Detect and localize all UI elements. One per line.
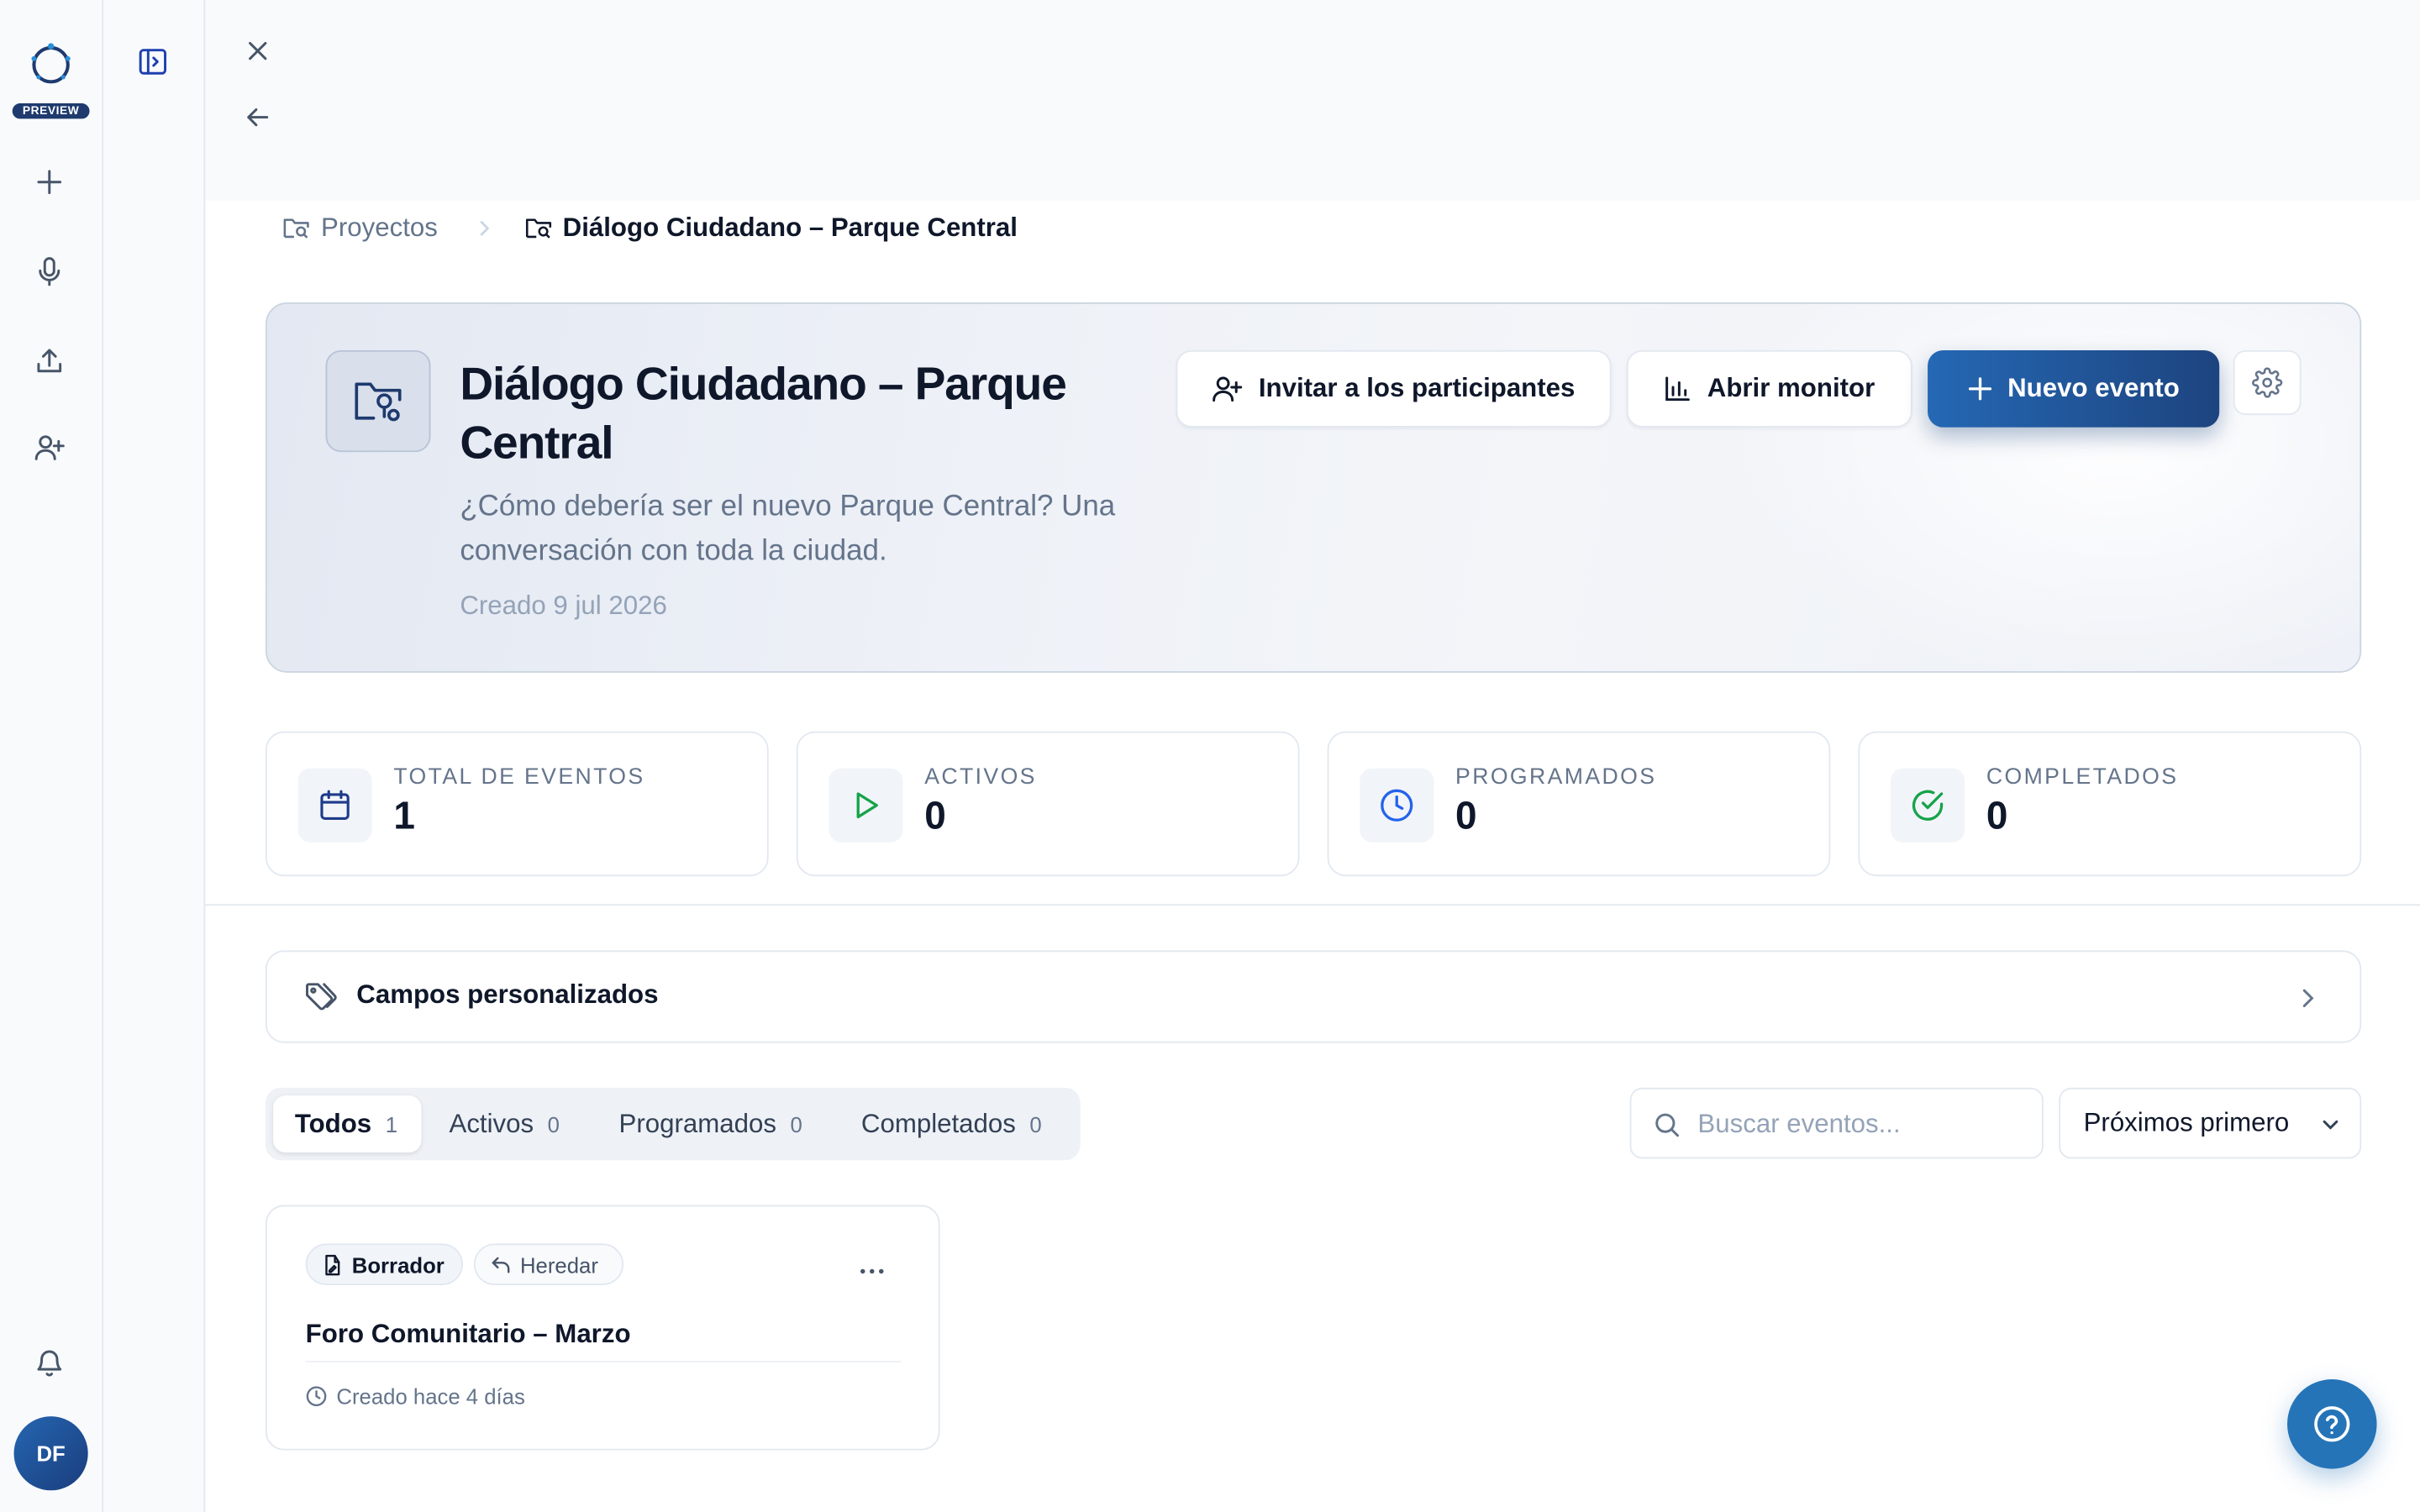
chevron-down-icon [2320, 1114, 2342, 1136]
stat-completed: COMPLETADOS 0 [1858, 731, 2362, 877]
tab-count: 1 [385, 1111, 398, 1137]
mode-badge: Heredar [473, 1243, 624, 1285]
stat-label: PROGRAMADOS [1455, 765, 1657, 790]
chevron-right-icon [2293, 984, 2321, 1012]
breadcrumb-projects-label: Proyectos [321, 213, 438, 243]
tab-label: Programados [618, 1108, 776, 1138]
tab-label: Completados [860, 1108, 1016, 1138]
new-event-button[interactable]: Nuevo evento [1928, 349, 2220, 428]
event-card[interactable]: Borrador Heredar Foro Comunitario – Marz… [265, 1205, 940, 1451]
stat-label: ACTIVOS [924, 765, 1037, 790]
bell-icon[interactable] [33, 1346, 66, 1379]
custom-fields-row[interactable]: Campos personalizados [265, 950, 2362, 1043]
avatar[interactable]: DF [13, 1416, 88, 1491]
search-icon [1653, 1110, 1681, 1138]
search-input[interactable] [1697, 1105, 2023, 1145]
tab-all[interactable]: Todos 1 [273, 1095, 422, 1153]
arrow-left-icon[interactable] [244, 103, 271, 131]
new-event-label: Nuevo evento [2007, 373, 2180, 403]
open-monitor-label: Abrir monitor [1707, 373, 1876, 403]
breadcrumb: Proyectos Diálogo Ciudadano – Parque Cen… [282, 210, 1018, 247]
user-plus-icon[interactable] [33, 430, 66, 464]
undo-icon [491, 1255, 511, 1273]
tab-count: 0 [1029, 1111, 1042, 1137]
mode-badge-label: Heredar [519, 1252, 598, 1277]
project-header-card: Diálogo Ciudadano – Parque Central ¿Cómo… [265, 302, 2362, 673]
event-filter-tabs: Todos 1 Activos 0 Programados 0 Completa… [265, 1087, 1081, 1161]
tab-label: Activos [449, 1108, 534, 1138]
tab-completed[interactable]: Completados 0 [839, 1095, 1071, 1152]
sidebar-toggle-icon[interactable] [137, 48, 171, 79]
tab-active[interactable]: Activos 0 [428, 1095, 587, 1152]
help-button[interactable] [2287, 1379, 2377, 1469]
app-logo-icon[interactable] [28, 40, 74, 87]
tab-count: 0 [547, 1111, 560, 1137]
breadcrumb-current: Diálogo Ciudadano – Parque Central [524, 213, 1018, 244]
check-circle-icon [1891, 768, 1965, 843]
stat-label: TOTAL DE EVENTOS [393, 765, 645, 790]
open-monitor-button[interactable]: Abrir monitor [1626, 349, 1912, 428]
event-created: Creado hace 4 días [306, 1384, 525, 1409]
stat-value: 0 [1986, 794, 2008, 838]
status-badge-label: Borrador [351, 1252, 445, 1277]
plus-icon[interactable] [33, 165, 66, 199]
plus-icon [1967, 376, 1991, 401]
help-circle-icon [2312, 1404, 2352, 1444]
folder-search-icon [524, 216, 552, 240]
tab-label: Todos [294, 1108, 372, 1138]
preview-badge: PREVIEW [12, 103, 90, 119]
project-folder-icon [325, 349, 431, 453]
tags-icon [304, 981, 338, 1015]
project-title: Diálogo Ciudadano – Parque Central [460, 359, 1067, 470]
microphone-icon[interactable] [33, 255, 66, 288]
stat-total-events: TOTAL DE EVENTOS 1 [265, 731, 769, 877]
clock-icon [1360, 768, 1434, 843]
project-created-date: Creado 9 jul 2026 [460, 591, 667, 621]
chevron-right-icon [478, 219, 493, 238]
card-divider [305, 1361, 902, 1362]
stat-value: 0 [1455, 794, 1477, 838]
stat-label: COMPLETADOS [1986, 765, 2179, 790]
stat-scheduled: PROGRAMADOS 0 [1327, 731, 1831, 877]
stat-value: 1 [393, 794, 415, 838]
file-edit-icon [323, 1253, 343, 1275]
user-plus-icon [1213, 375, 1244, 402]
bar-chart-icon [1664, 375, 1691, 402]
gear-icon[interactable] [2233, 349, 2302, 416]
sort-selected-label: Próximos primero [2083, 1107, 2290, 1137]
section-divider [205, 904, 2420, 906]
upload-icon[interactable] [33, 344, 66, 378]
event-created-label: Creado hace 4 días [336, 1383, 525, 1409]
top-bar [205, 0, 2420, 201]
calendar-icon [297, 768, 372, 843]
custom-fields-label: Campos personalizados [356, 979, 659, 1010]
play-icon [829, 768, 903, 843]
sort-select[interactable]: Próximos primero [2059, 1087, 2362, 1159]
clock-icon [306, 1385, 328, 1407]
app-rail: PREVIEW DF [0, 0, 104, 1512]
stat-value: 0 [924, 794, 946, 838]
breadcrumb-projects[interactable]: Proyectos [282, 213, 438, 244]
search-box [1629, 1087, 2044, 1159]
folder-search-icon [282, 216, 310, 240]
status-badge: Borrador [305, 1243, 464, 1285]
event-title: Foro Comunitario – Marzo [305, 1319, 631, 1349]
project-description: ¿Cómo debería ser el nuevo Parque Centra… [460, 491, 1116, 568]
more-options-icon[interactable] [854, 1256, 891, 1287]
stat-active: ACTIVOS 0 [796, 731, 1300, 877]
secondary-panel [103, 0, 206, 1512]
invite-participants-label: Invitar a los participantes [1258, 373, 1576, 403]
invite-participants-button[interactable]: Invitar a los participantes [1176, 349, 1612, 428]
tab-scheduled[interactable]: Programados 0 [597, 1095, 829, 1152]
close-icon[interactable] [244, 37, 271, 65]
breadcrumb-current-label: Diálogo Ciudadano – Parque Central [562, 213, 1018, 243]
tab-count: 0 [790, 1111, 802, 1137]
